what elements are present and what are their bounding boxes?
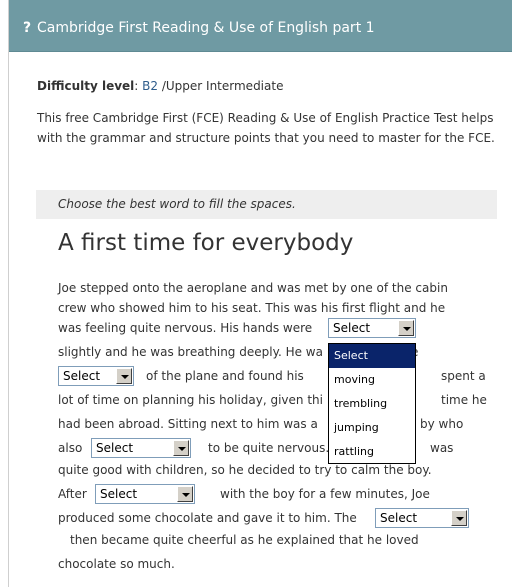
story-line: produced some chocolate and gave it to h… bbox=[58, 511, 357, 525]
gap-3-select[interactable]: Select bbox=[91, 438, 191, 458]
story-line-fragment: with the boy for a few minutes, Joe bbox=[220, 487, 430, 501]
story-line-fragment: spent a bbox=[441, 369, 486, 383]
gap-1-dropdown-list[interactable]: Select moving trembling jumping rattling bbox=[328, 343, 416, 464]
chevron-down-icon[interactable] bbox=[451, 510, 467, 526]
story-line: crew who showed him to his seat. This wa… bbox=[58, 301, 446, 315]
story-line: also bbox=[58, 441, 83, 455]
story-line-fragment: by who bbox=[420, 417, 464, 431]
story-line: lot of time on planning his holiday, giv… bbox=[58, 393, 323, 407]
question-mark-icon: ? bbox=[23, 20, 32, 36]
gap-4-select-value: Select bbox=[100, 487, 138, 501]
gap-4-select[interactable]: Select bbox=[95, 484, 195, 504]
story-line: slightly and he was breathing deeply. He… bbox=[58, 345, 323, 359]
gap-5-select[interactable]: Select bbox=[375, 508, 469, 528]
exercise-title: Cambridge First Reading & Use of English… bbox=[37, 20, 375, 36]
difficulty-level-link[interactable]: B2 bbox=[142, 79, 158, 93]
story-line: Joe stepped onto the aeroplane and was m… bbox=[58, 281, 448, 295]
chevron-down-icon[interactable] bbox=[177, 486, 193, 502]
story-title: A first time for everybody bbox=[58, 230, 354, 256]
story-line: After bbox=[58, 487, 87, 501]
story-line-fragment: to be quite nervous. bbox=[208, 441, 330, 455]
dropdown-option[interactable]: Select bbox=[329, 344, 415, 368]
story-line: chocolate so much. bbox=[58, 557, 175, 571]
gap-5-select-value: Select bbox=[380, 511, 418, 525]
gap-1-select-value: Select bbox=[333, 321, 371, 335]
dropdown-option[interactable]: trembling bbox=[329, 392, 415, 416]
exercise-header: ? Cambridge First Reading & Use of Engli… bbox=[9, 0, 512, 52]
story-line: was feeling quite nervous. His hands wer… bbox=[58, 321, 313, 335]
gap-2-select-value: Select bbox=[63, 369, 101, 383]
dropdown-option[interactable]: moving bbox=[329, 368, 415, 392]
gap-2-select[interactable]: Select bbox=[58, 366, 134, 386]
instruction-text: Choose the best word to fill the spaces. bbox=[36, 190, 497, 219]
story-line: then became quite cheerful as he explain… bbox=[70, 533, 419, 547]
story-line-fragment: time he bbox=[441, 393, 487, 407]
story-line: of the plane and found his bbox=[146, 369, 304, 383]
chevron-down-icon[interactable] bbox=[398, 320, 414, 336]
gap-3-select-value: Select bbox=[96, 441, 134, 455]
dropdown-option[interactable]: rattling bbox=[329, 440, 415, 464]
intro-text: This free Cambridge First (FCE) Reading … bbox=[37, 111, 495, 145]
difficulty-label: Difficulty level bbox=[37, 79, 135, 93]
difficulty-level: Difficulty level: B2 /Upper Intermediate bbox=[37, 79, 284, 93]
difficulty-level-description: /Upper Intermediate bbox=[158, 79, 284, 93]
story-line: had been abroad. Sitting next to him was… bbox=[58, 417, 318, 431]
story-line-fragment: was bbox=[430, 441, 454, 455]
dropdown-option[interactable]: jumping bbox=[329, 416, 415, 440]
chevron-down-icon[interactable] bbox=[116, 368, 132, 384]
gap-1-select[interactable]: Select bbox=[328, 318, 416, 338]
chevron-down-icon[interactable] bbox=[173, 440, 189, 456]
